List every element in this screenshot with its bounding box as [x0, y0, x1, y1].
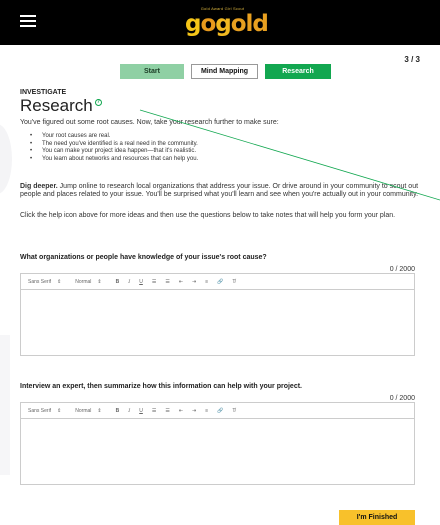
- help-icon[interactable]: ?: [94, 99, 102, 106]
- font-family-select[interactable]: Sans Serif ⇕: [28, 279, 61, 285]
- bold-button[interactable]: B: [116, 279, 120, 285]
- intro-text: You've figured out some root causes. Now…: [20, 119, 279, 126]
- align-icon[interactable]: ≡: [205, 408, 208, 414]
- bullet-list-icon[interactable]: ☰: [165, 408, 169, 414]
- list-item: You can make your project idea happen—th…: [30, 148, 198, 156]
- list-item: The need you've identified is a real nee…: [30, 141, 198, 149]
- question-1-counter: 0 / 2000: [389, 266, 415, 273]
- font-size-select[interactable]: Normal ⇕: [75, 279, 101, 285]
- indent-icon[interactable]: ⇥: [192, 279, 196, 285]
- list-item: Your root causes are real.: [30, 133, 198, 141]
- select-caret-icon: ⇕: [57, 407, 62, 414]
- dig-deeper-paragraph: Dig deeper. Jump online to research loca…: [20, 183, 420, 199]
- italic-button[interactable]: I: [128, 279, 130, 285]
- dig-deeper-body: Jump online to research local organizati…: [20, 183, 419, 198]
- italic-button[interactable]: I: [128, 408, 130, 414]
- bullet-list-icon[interactable]: ☰: [165, 279, 169, 285]
- finish-button[interactable]: I'm Finished: [339, 510, 415, 525]
- select-caret-icon: ⇕: [57, 278, 62, 285]
- question-1-editor: Sans Serif ⇕ Normal ⇕ B I U ☰ ☰ ⇤ ⇥ ≡ 🔗 T̸: [20, 273, 415, 356]
- clear-format-icon[interactable]: T̸: [232, 279, 235, 285]
- decorative-strip: [0, 335, 10, 475]
- select-caret-icon: ⇕: [97, 407, 102, 414]
- outdent-icon[interactable]: ⇤: [179, 279, 183, 285]
- gogold-logo[interactable]: Gold Award Girl Scout gogold: [185, 6, 269, 40]
- font-size-select[interactable]: Normal ⇕: [75, 408, 101, 414]
- align-icon[interactable]: ≡: [205, 279, 208, 285]
- tab-research[interactable]: Research: [265, 64, 331, 79]
- ordered-list-icon[interactable]: ☰: [152, 279, 156, 285]
- step-progress: 3 / 3: [404, 55, 420, 64]
- question-2-label: Interview an expert, then summarize how …: [20, 383, 302, 390]
- indent-icon[interactable]: ⇥: [192, 408, 196, 414]
- question-2-textarea[interactable]: [21, 419, 414, 485]
- page-title-wrap: Research ?: [20, 96, 102, 116]
- link-icon[interactable]: 🔗: [217, 279, 223, 285]
- logo-wordmark: gogold: [185, 11, 269, 37]
- top-bar: Gold Award Girl Scout gogold: [0, 0, 440, 45]
- outdent-icon[interactable]: ⇤: [179, 408, 183, 414]
- underline-button[interactable]: U: [139, 279, 143, 285]
- decorative-shape: [0, 124, 12, 194]
- underline-button[interactable]: U: [139, 408, 143, 414]
- question-2-editor: Sans Serif ⇕ Normal ⇕ B I U ☰ ☰ ⇤ ⇥ ≡ 🔗 T̸: [20, 402, 415, 485]
- select-caret-icon: ⇕: [97, 278, 102, 285]
- step-tabs: Start Mind Mapping Research: [120, 64, 338, 79]
- dig-deeper-lead: Dig deeper.: [20, 183, 58, 190]
- page-title: Research: [20, 96, 93, 115]
- help-paragraph: Click the help icon above for more ideas…: [20, 212, 396, 219]
- question-2-counter: 0 / 2000: [389, 395, 415, 402]
- editor-toolbar: Sans Serif ⇕ Normal ⇕ B I U ☰ ☰ ⇤ ⇥ ≡ 🔗 T̸: [21, 403, 414, 419]
- ordered-list-icon[interactable]: ☰: [152, 408, 156, 414]
- bold-button[interactable]: B: [116, 408, 120, 414]
- tab-mind-mapping[interactable]: Mind Mapping: [191, 64, 258, 79]
- clear-format-icon[interactable]: T̸: [232, 408, 235, 414]
- link-icon[interactable]: 🔗: [217, 408, 223, 414]
- question-1-textarea[interactable]: [21, 290, 414, 356]
- criteria-list: Your root causes are real. The need you'…: [30, 133, 198, 163]
- question-1-label: What organizations or people have knowle…: [20, 254, 267, 261]
- editor-toolbar: Sans Serif ⇕ Normal ⇕ B I U ☰ ☰ ⇤ ⇥ ≡ 🔗 T̸: [21, 274, 414, 290]
- hamburger-menu-icon[interactable]: [20, 15, 36, 27]
- section-eyebrow: INVESTIGATE: [20, 89, 67, 96]
- list-item: You learn about networks and resources t…: [30, 156, 198, 164]
- tab-start[interactable]: Start: [120, 64, 184, 79]
- font-family-select[interactable]: Sans Serif ⇕: [28, 408, 61, 414]
